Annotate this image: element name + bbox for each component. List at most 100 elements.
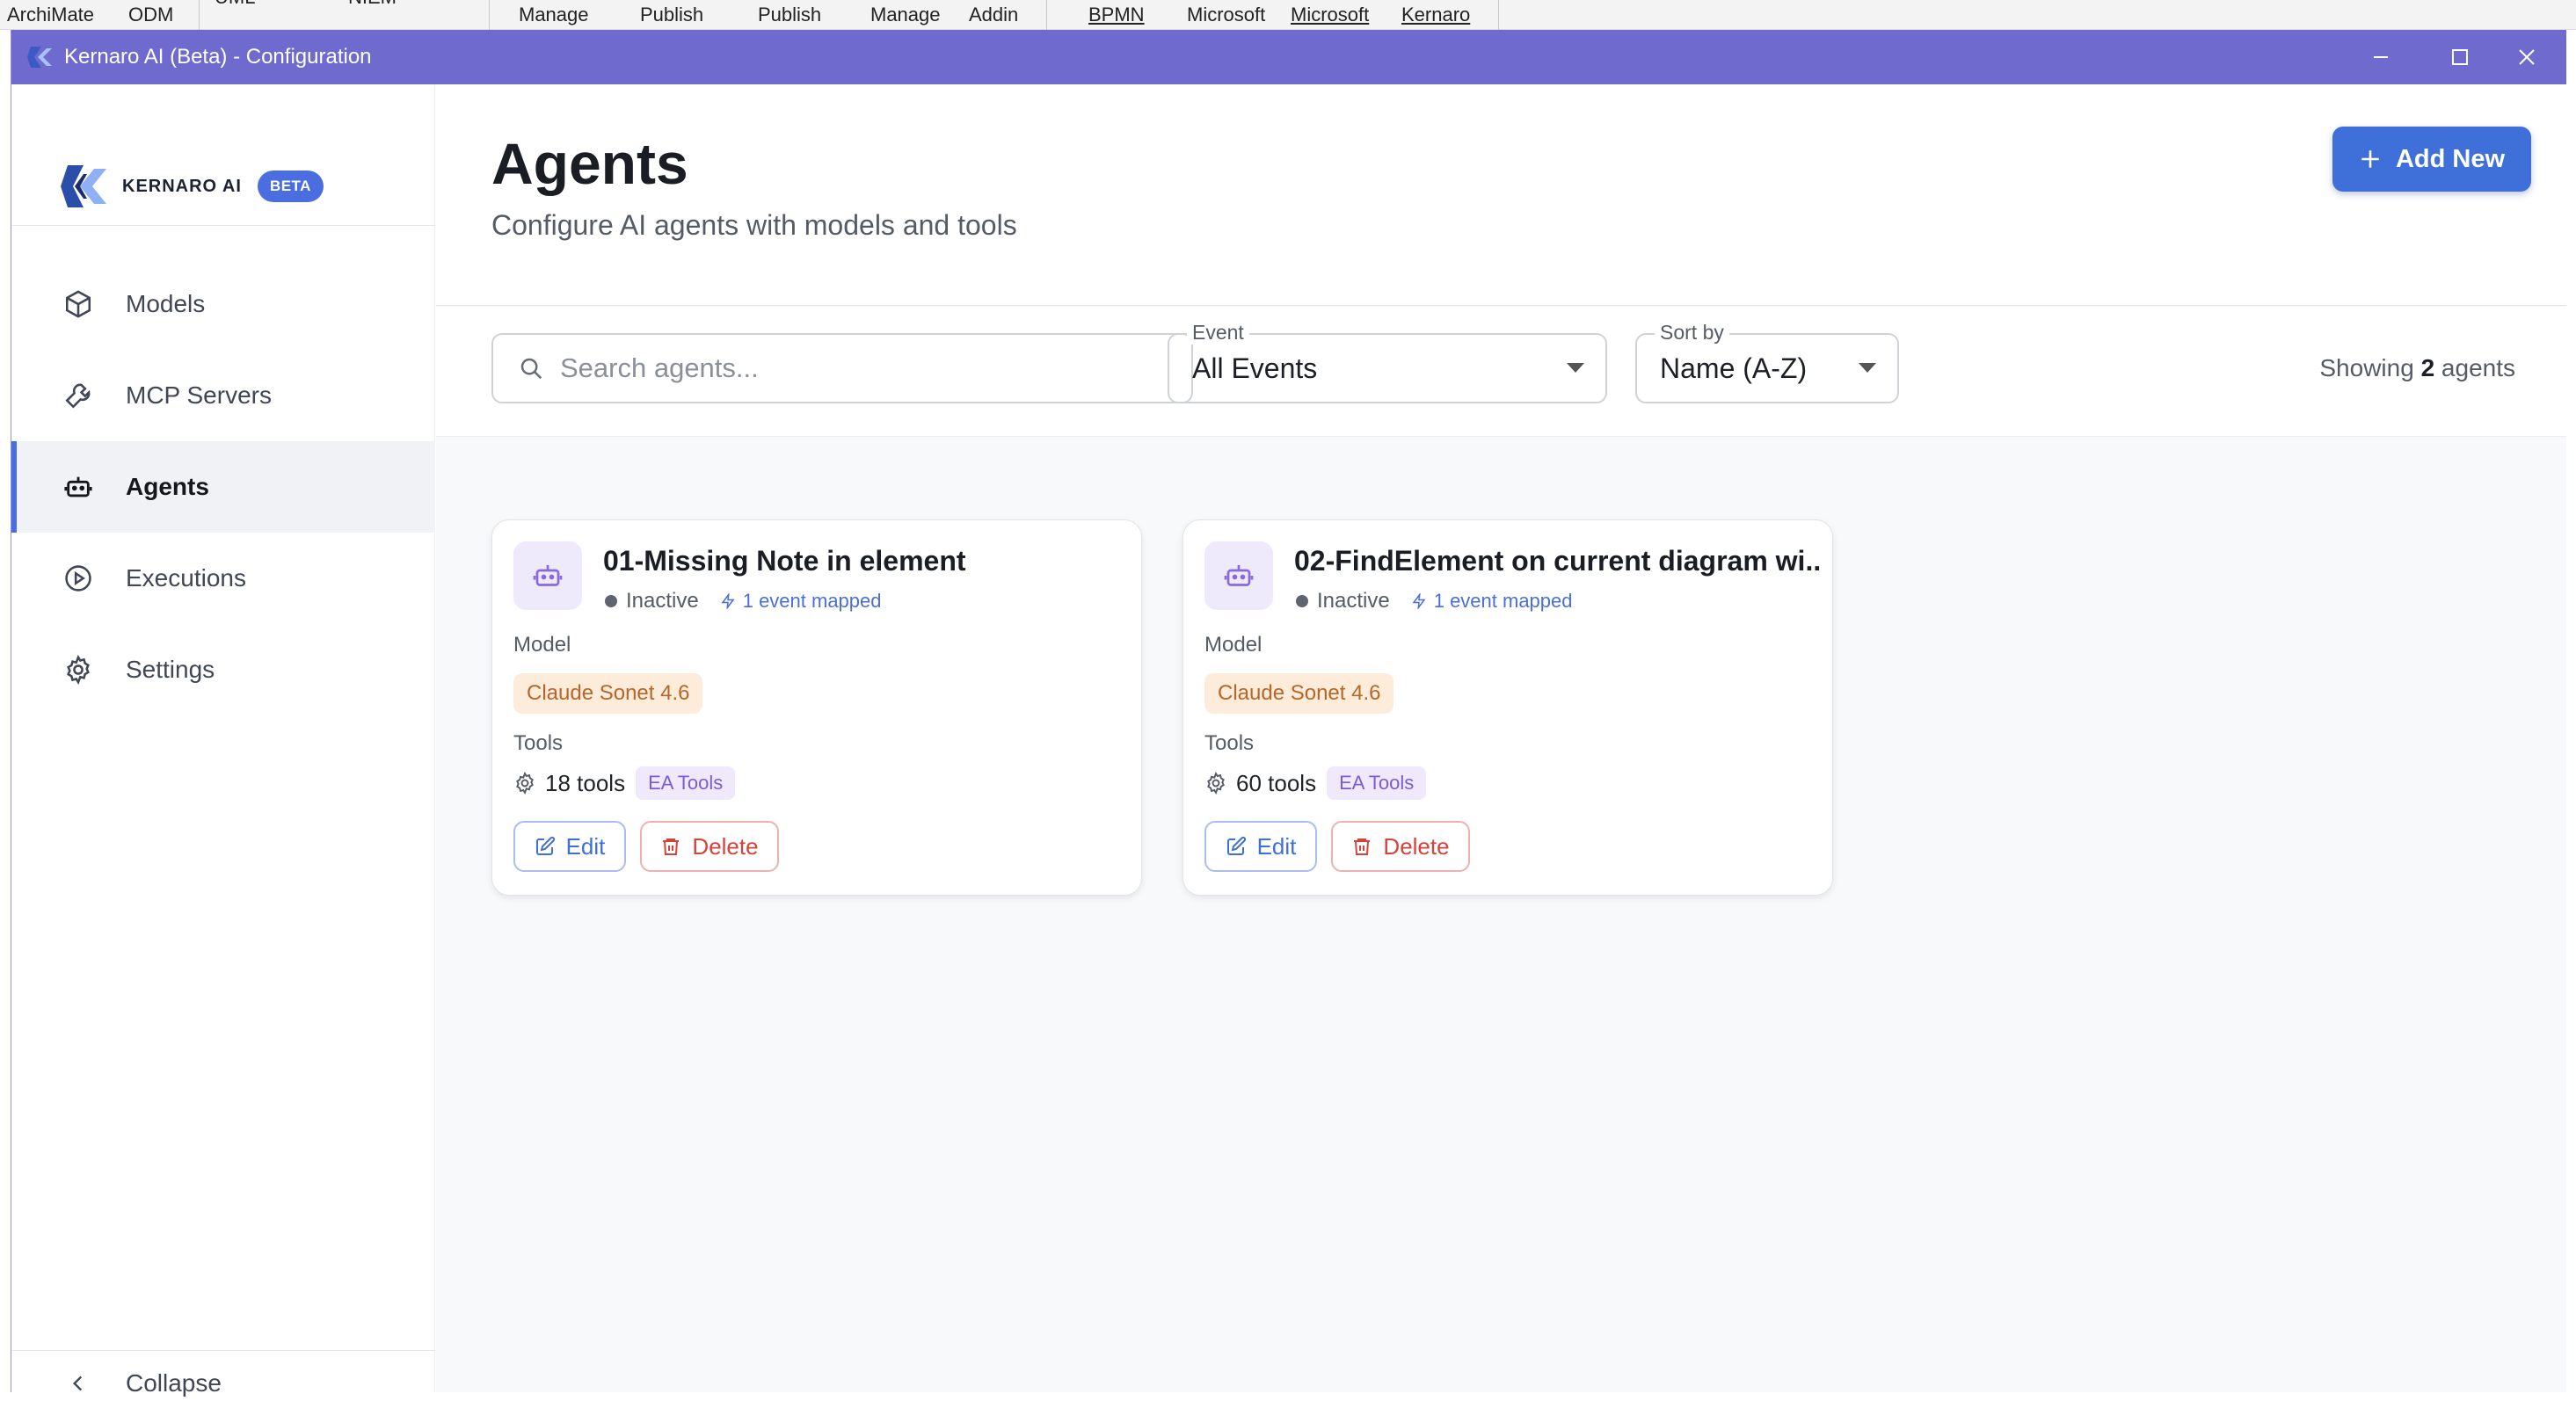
page-header: Agents Configure AI agents with models a… (436, 84, 2566, 306)
chevron-down-icon (1859, 363, 1876, 373)
trash-icon (1354, 838, 1371, 855)
lightning-icon (721, 593, 735, 609)
search-box[interactable] (491, 333, 1193, 403)
status-dot (605, 595, 617, 607)
sidebar-item-models[interactable]: Models (11, 258, 435, 350)
ribbon-separator (199, 0, 200, 30)
gear-icon (516, 772, 534, 795)
ribbon-tab-kernaro[interactable]: Kernaro (1401, 2, 1470, 28)
collapse-button[interactable]: Collapse (61, 1366, 222, 1401)
gear-icon (1207, 772, 1225, 795)
title-bar: Kernaro AI (Beta) - Configuration (11, 30, 2566, 84)
sort-select[interactable]: Sort by Name (A-Z) (1635, 321, 1899, 403)
page-subtitle: Configure AI agents with models and tool… (491, 209, 1017, 241)
main-content: Agents Configure AI agents with models a… (436, 84, 2566, 1392)
ribbon-tab-microsoft-2[interactable]: Microsoft (1291, 2, 1369, 28)
sidebar-item-agents[interactable]: Agents (11, 441, 435, 533)
edit-button[interactable]: Edit (1204, 821, 1317, 872)
kernaro-logo: KERNARO AI BETA (57, 160, 324, 213)
collapse-label: Collapse (126, 1369, 222, 1397)
minimize-button[interactable] (2341, 30, 2420, 84)
model-chip: Claude Sonet 4.6 (513, 673, 703, 714)
sidebar-item-settings[interactable]: Settings (11, 624, 435, 715)
results-count-prefix: Showing (2319, 354, 2414, 381)
ribbon-tab-manage-2[interactable]: Manage (870, 2, 941, 28)
search-icon (520, 358, 542, 380)
sidebar-item-mcp-servers[interactable]: MCP Servers (11, 350, 435, 441)
model-chip: Claude Sonet 4.6 (1204, 673, 1394, 714)
lightning-icon (1412, 593, 1426, 609)
results-count-number: 2 (2420, 354, 2435, 381)
agent-status: Inactive (626, 589, 699, 613)
event-mapping: 1 event mapped (1411, 590, 1573, 613)
filter-bar: Event All Events Sort by Name (A-Z) Show… (436, 307, 2566, 437)
ribbon-tab-publish[interactable]: Publish (640, 2, 703, 28)
sidebar-item-label: Settings (126, 656, 215, 683)
edit-button[interactable]: Edit (513, 821, 626, 872)
edit-label: Edit (565, 832, 606, 860)
sidebar-divider (11, 225, 435, 226)
model-label: Model (513, 633, 571, 657)
tools-label: Tools (1204, 731, 1255, 755)
ribbon-tab-bpmn[interactable]: BPMN (1088, 2, 1145, 28)
ribbon-separator (1498, 0, 1499, 30)
plus-icon (2359, 148, 2382, 171)
ribbon-tab-microsoft[interactable]: Microsoft (1187, 2, 1265, 28)
ribbon-tab-addin[interactable]: Addin (969, 2, 1018, 28)
ribbon-tab-uml[interactable]: UML (215, 0, 255, 11)
close-button[interactable] (2487, 30, 2566, 84)
delete-label: Delete (1383, 832, 1450, 860)
chevron-left-icon (61, 1366, 96, 1401)
ribbon-tab-archimate[interactable]: ArchiMate (7, 2, 94, 28)
gear-icon (61, 652, 96, 687)
search-input[interactable] (560, 352, 1158, 384)
event-mapping-label: 1 event mapped (1433, 590, 1573, 612)
event-select-value: All Events (1192, 352, 1318, 384)
sidebar-item-executions[interactable]: Executions (11, 533, 435, 624)
event-select-label: Event (1187, 321, 1249, 345)
delete-label: Delete (692, 832, 759, 860)
event-select[interactable]: Event All Events (1168, 321, 1607, 403)
model-label: Model (1204, 633, 1263, 657)
agent-meta: Inactive 1 event mapped (1296, 589, 1573, 613)
tools-summary: 18 tools EA Tools (513, 766, 736, 800)
ribbon-tab-niem[interactable]: NIEM (348, 0, 397, 11)
ribbon-tab-odm[interactable]: ODM (128, 2, 173, 28)
sidebar-bottom-divider (11, 1350, 435, 1351)
robot-icon (61, 469, 96, 505)
add-new-button[interactable]: Add New (2332, 127, 2531, 192)
delete-button[interactable]: Delete (640, 821, 779, 872)
agent-meta: Inactive 1 event mapped (605, 589, 882, 613)
tools-label: Tools (513, 731, 564, 755)
sidebar-nav: Models MCP Servers Agents Executions Set… (11, 258, 435, 715)
event-mapping: 1 event mapped (720, 590, 882, 613)
edit-label: Edit (1256, 832, 1297, 860)
delete-button[interactable]: Delete (1331, 821, 1470, 872)
sidebar-item-label: Agents (126, 473, 209, 500)
ribbon-tab-publish-2[interactable]: Publish (758, 2, 821, 28)
agent-status: Inactive (1317, 589, 1390, 613)
sidebar: KERNARO AI BETA Models MCP Servers Agent… (11, 84, 435, 1397)
kernaro-app-icon (27, 47, 52, 68)
wrench-icon (61, 378, 96, 413)
configuration-window: Kernaro AI (Beta) - Configuration KERNAR… (11, 30, 2566, 1397)
tool-group-chip: EA Tools (636, 766, 736, 800)
host-ribbon: ArchiMate ODM UML NIEM Manage Publish Pu… (0, 0, 2576, 30)
window-title: Kernaro AI (Beta) - Configuration (64, 45, 372, 69)
agent-name: 02-FindElement on current diagram wi... (1294, 545, 1822, 577)
event-mapping-label: 1 event mapped (742, 590, 882, 612)
sidebar-item-label: MCP Servers (126, 381, 272, 409)
sort-select-label: Sort by (1655, 321, 1729, 345)
tools-summary: 60 tools EA Tools (1204, 766, 1427, 800)
edit-icon (1226, 836, 1246, 855)
status-dot (1296, 595, 1308, 607)
page-title: Agents (491, 131, 688, 196)
robot-icon (513, 541, 582, 610)
sidebar-item-label: Executions (126, 564, 246, 592)
ribbon-tab-manage[interactable]: Manage (519, 2, 589, 28)
results-count: Showing 2 agents (2319, 354, 2515, 382)
tools-count: 18 tools (545, 769, 626, 796)
sidebar-item-label: Models (126, 290, 206, 317)
beta-badge: BETA (257, 171, 324, 202)
chevron-down-icon (1567, 363, 1584, 373)
